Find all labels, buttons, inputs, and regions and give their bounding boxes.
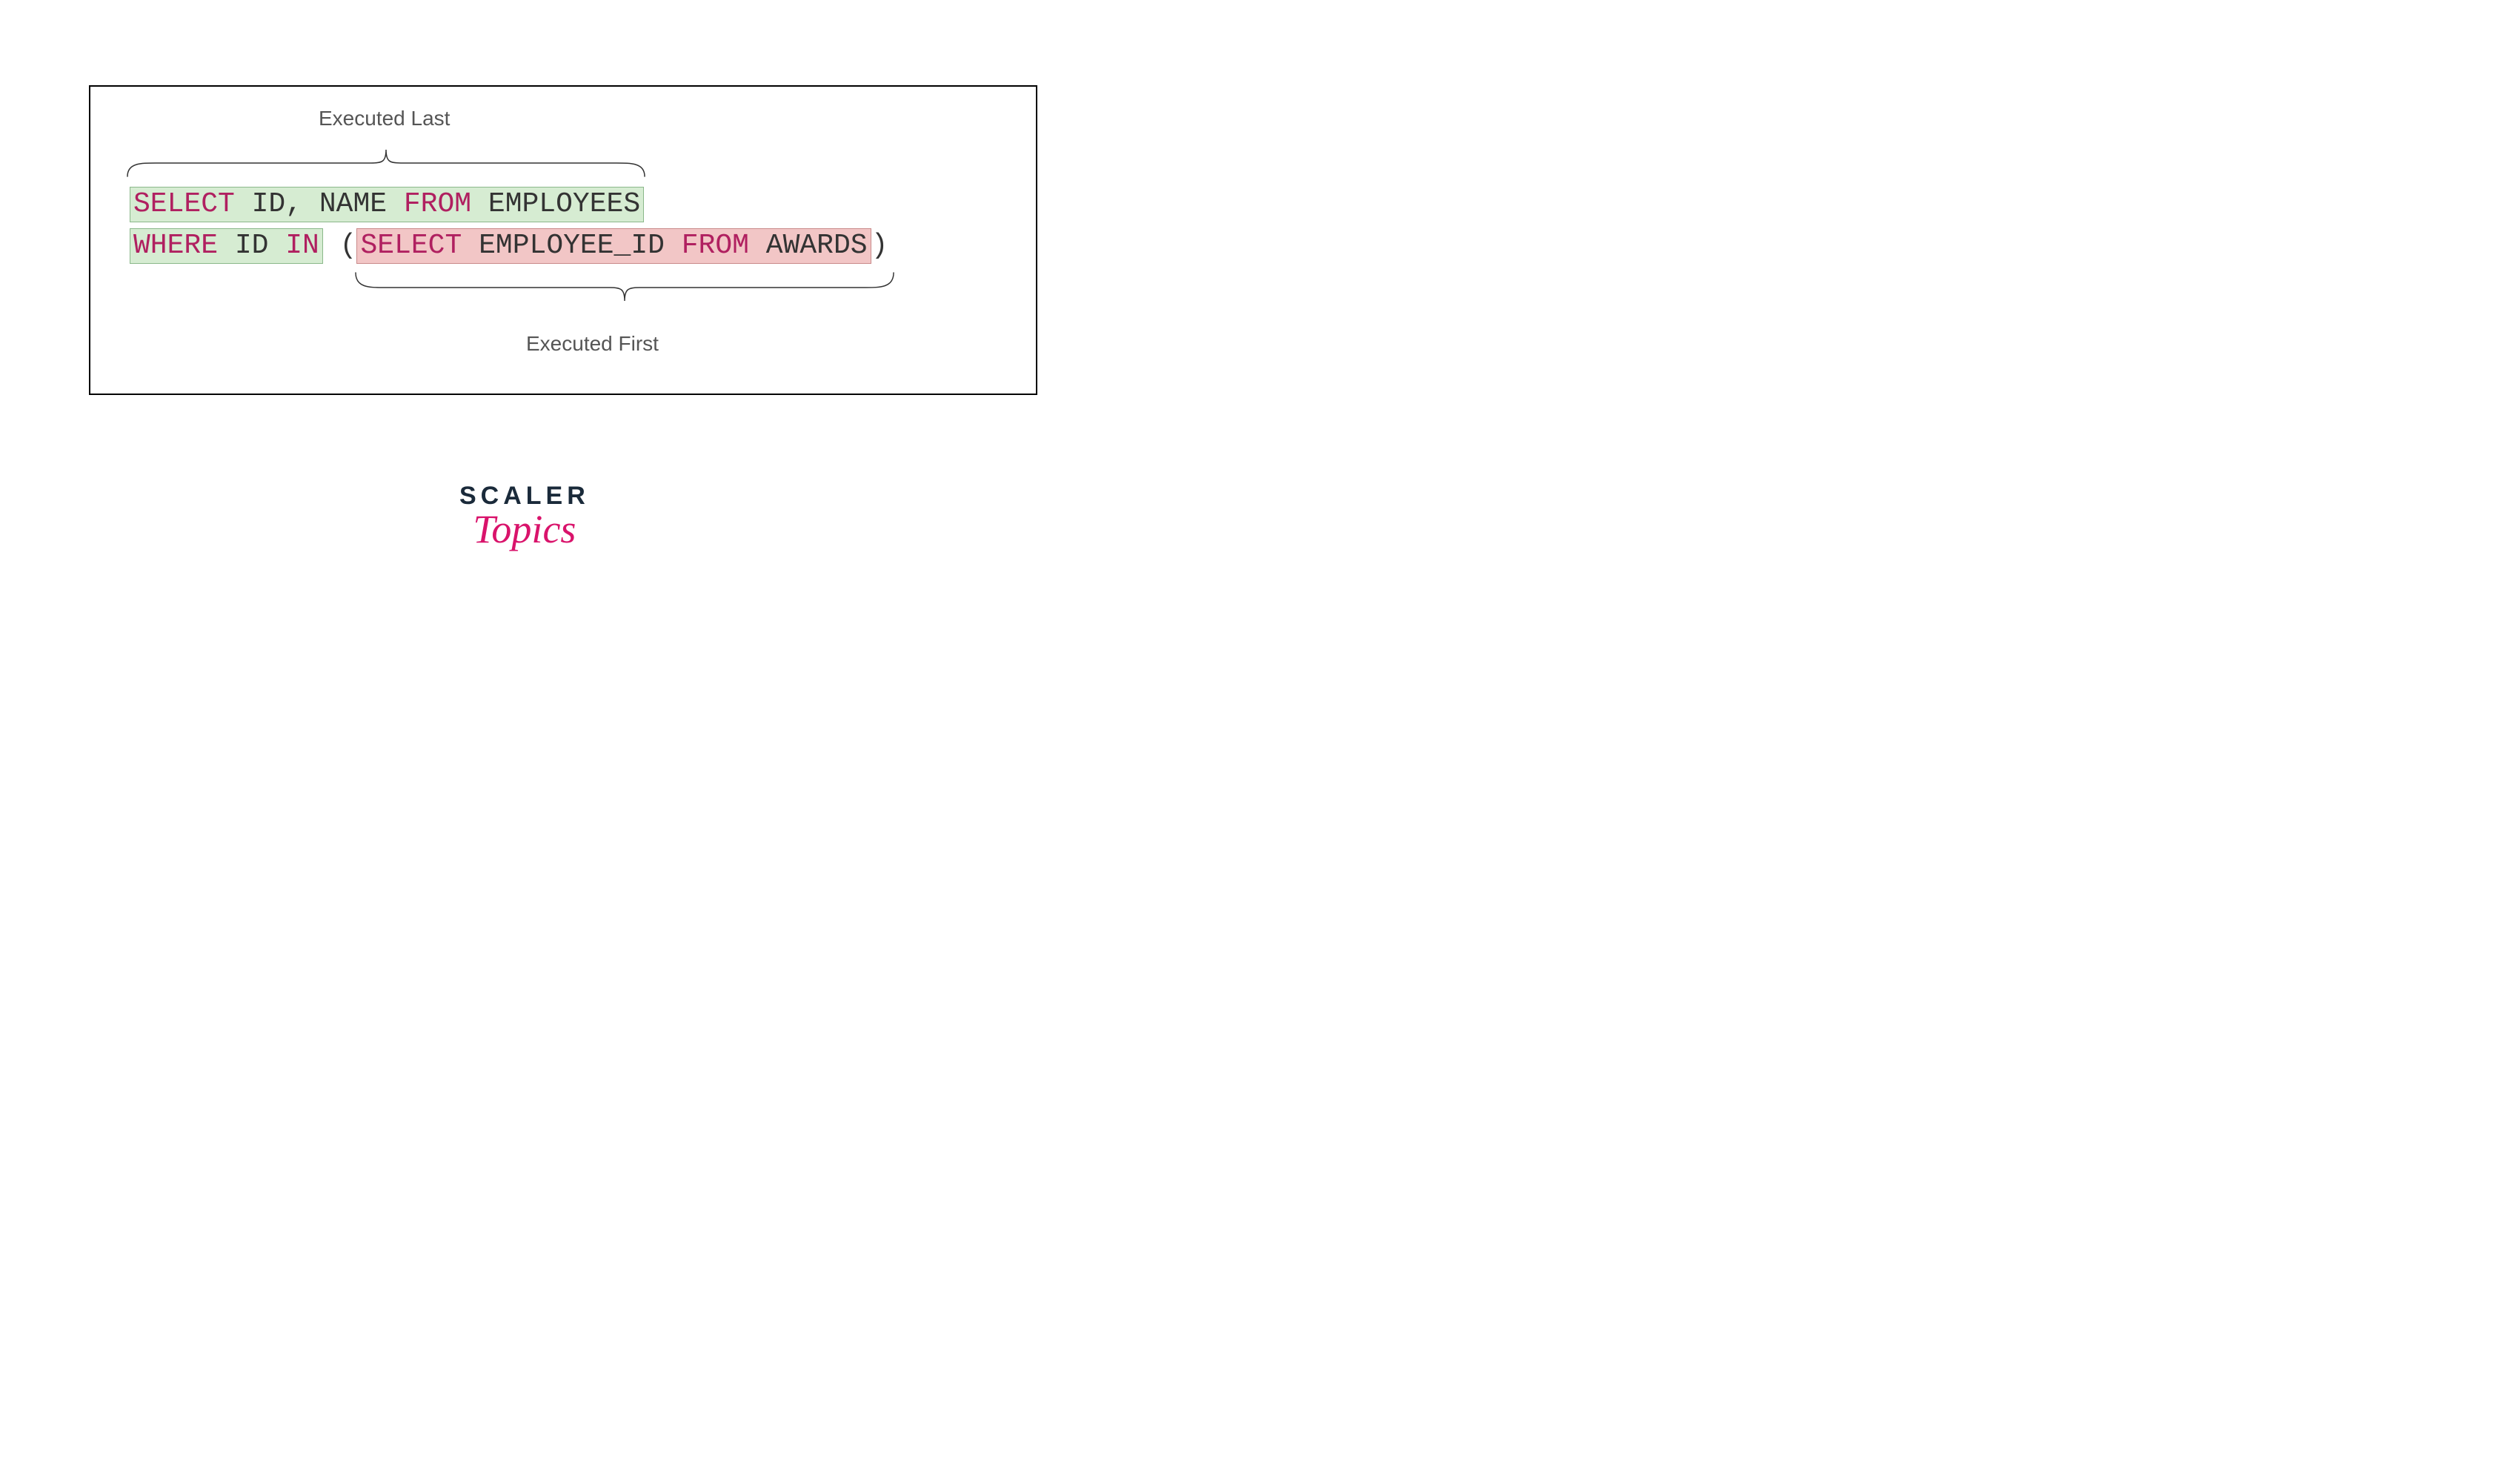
- keyword-where: WHERE: [133, 230, 218, 262]
- column-id: ID: [218, 230, 285, 262]
- outer-query-line1-highlight: SELECT ID, NAME FROM EMPLOYEES: [130, 187, 644, 222]
- diagram-canvas: Executed Last SELECT ID, NAME FROM EMPLO…: [0, 0, 1141, 669]
- label-executed-first: Executed First: [526, 332, 659, 356]
- keyword-select: SELECT: [133, 188, 235, 220]
- brace-bottom: [354, 271, 895, 310]
- inner-table-awards: AWARDS: [749, 230, 868, 262]
- columns-id-name: ID, NAME: [235, 188, 404, 220]
- keyword-from: FROM: [404, 188, 471, 220]
- paren-close: ): [871, 230, 888, 262]
- sql-line-1: SELECT ID, NAME FROM EMPLOYEES: [130, 185, 888, 224]
- sql-line-2: WHERE ID IN (SELECT EMPLOYEE_ID FROM AWA…: [130, 227, 888, 265]
- outer-query-line2-highlight: WHERE ID IN: [130, 228, 323, 264]
- sql-code: SELECT ID, NAME FROM EMPLOYEES WHERE ID …: [130, 185, 888, 265]
- scaler-topics-logo: SCALER Topics: [459, 482, 590, 552]
- inner-keyword-select: SELECT: [360, 230, 462, 262]
- paren-open: (: [323, 230, 357, 262]
- logo-text-topics: Topics: [459, 506, 590, 552]
- inner-column-employee-id: EMPLOYEE_ID: [462, 230, 681, 262]
- label-executed-last: Executed Last: [319, 107, 450, 130]
- brace-top: [126, 141, 646, 178]
- keyword-in: IN: [285, 230, 319, 262]
- inner-keyword-from: FROM: [682, 230, 749, 262]
- table-employees: EMPLOYEES: [471, 188, 640, 220]
- inner-query-highlight: SELECT EMPLOYEE_ID FROM AWARDS: [356, 228, 871, 264]
